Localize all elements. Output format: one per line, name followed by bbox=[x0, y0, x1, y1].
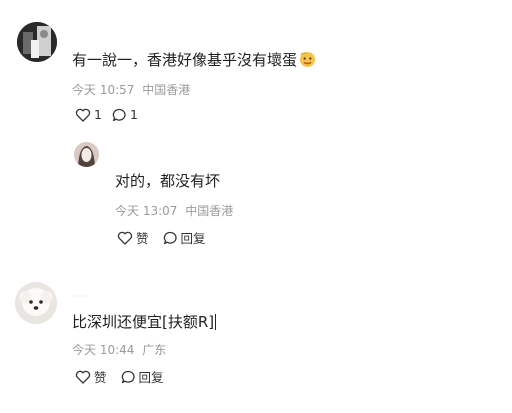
comment-bubble-icon bbox=[163, 231, 177, 244]
comment-actions: 1 1 bbox=[75, 107, 148, 122]
reply-location: 中国香港 bbox=[185, 204, 234, 218]
reply-avatar[interactable] bbox=[74, 142, 99, 167]
reply-time: 今天 13:07 bbox=[115, 204, 178, 218]
reply-meta: 今天 13:07 中国香港 bbox=[115, 202, 233, 219]
reply-actions: 赞 回复 bbox=[117, 228, 216, 247]
heart-icon bbox=[75, 370, 91, 384]
reply-like-label: 赞 bbox=[136, 231, 149, 246]
reply-button[interactable]: 回复 bbox=[121, 367, 164, 386]
comment-bubble-icon bbox=[121, 370, 135, 383]
avatar-image bbox=[15, 282, 57, 324]
reply-count: 1 bbox=[129, 107, 138, 122]
username[interactable]: ···· bbox=[74, 292, 88, 301]
text-cursor bbox=[215, 314, 217, 330]
heart-icon bbox=[117, 231, 133, 245]
avatar[interactable] bbox=[17, 22, 57, 62]
like-count: 1 bbox=[94, 107, 102, 122]
comment-actions: 赞 回复 bbox=[75, 367, 174, 386]
heart-icon bbox=[75, 108, 91, 122]
comment-time: 今天 10:57 bbox=[72, 83, 135, 97]
comment-meta: 今天 10:57 中国香港 bbox=[72, 81, 190, 98]
reply-label: 回复 bbox=[138, 370, 164, 385]
like-button[interactable]: 1 bbox=[75, 107, 102, 122]
comment-meta: 今天 10:44 广东 bbox=[72, 341, 166, 358]
reply-like-button[interactable]: 赞 bbox=[117, 228, 149, 247]
comment-time: 今天 10:44 bbox=[72, 343, 135, 357]
reply-reply-label: 回复 bbox=[180, 231, 206, 246]
reply-reply-button[interactable]: 回复 bbox=[163, 228, 206, 247]
comment-text: 比深圳还便宜[扶额R] bbox=[72, 313, 217, 331]
face-emoji-icon bbox=[299, 51, 316, 68]
comment-text: 有一說一，香港好像基乎沒有壞蛋 bbox=[72, 49, 316, 70]
comment-location: 广东 bbox=[142, 343, 167, 357]
like-label: 赞 bbox=[94, 370, 107, 385]
avatar[interactable] bbox=[15, 282, 57, 324]
comment-bubble-icon bbox=[112, 108, 126, 121]
reply-button[interactable]: 1 bbox=[112, 107, 138, 122]
reply-avatar-image bbox=[74, 142, 99, 167]
comment-location: 中国香港 bbox=[142, 83, 191, 97]
like-button[interactable]: 赞 bbox=[75, 367, 107, 386]
avatar-image bbox=[17, 22, 57, 62]
reply-text: 对的，都没有坏 bbox=[115, 172, 221, 190]
